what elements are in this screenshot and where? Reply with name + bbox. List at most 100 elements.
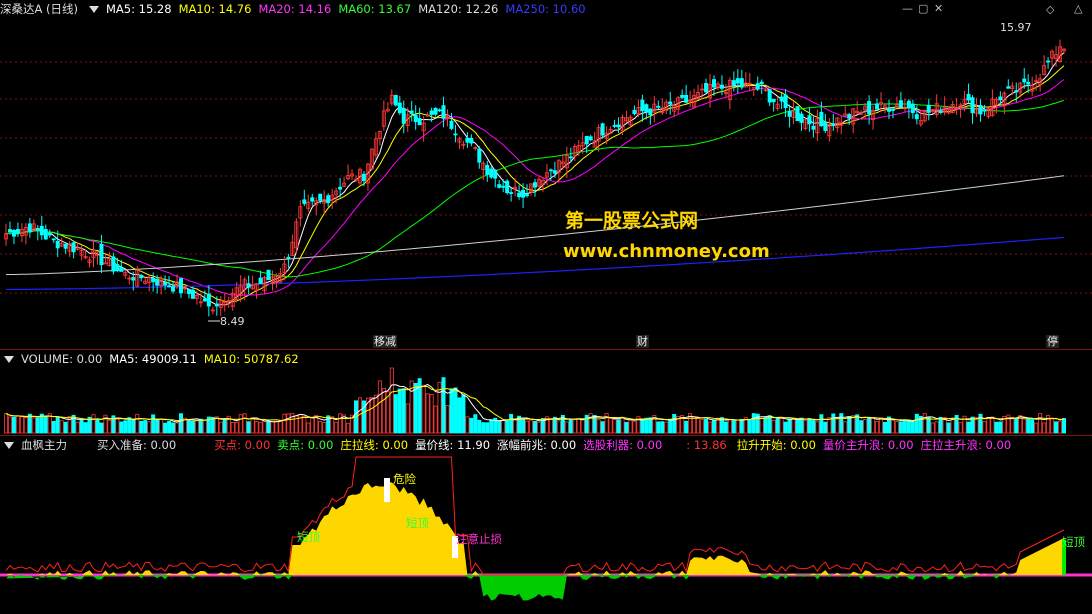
volume-bar — [159, 419, 164, 434]
volume-pane[interactable]: VOLUME: 0.00 MA5: 49009.11 MA10: 50787.62 — [0, 349, 1092, 435]
candle-body — [739, 78, 744, 88]
volume-bar — [262, 420, 267, 434]
volume-bar — [381, 388, 386, 434]
candle-body — [584, 135, 589, 145]
volume-bar — [803, 420, 808, 434]
indicator-annotation: 短顶 — [1062, 535, 1085, 549]
volume-bar — [274, 420, 279, 434]
close-icon[interactable]: ✕ — [934, 2, 943, 15]
candle-body — [552, 170, 557, 174]
volume-bar — [282, 413, 287, 434]
candle-body — [1022, 78, 1027, 83]
volume-bar — [401, 388, 406, 434]
candle-body — [465, 137, 470, 143]
volume-bar — [883, 421, 888, 434]
volume-bar — [982, 421, 987, 434]
candle-body — [970, 97, 975, 114]
indicator-annotation: 短顶 — [406, 516, 429, 530]
volume-bar — [723, 421, 728, 434]
volume-bar — [302, 416, 307, 434]
indicator-red-line — [5, 456, 1065, 576]
diamond-icon[interactable]: ◇ — [1046, 3, 1054, 16]
indicator-chart[interactable]: 短顶危险短顶注意止损 短顶 — [0, 436, 1092, 614]
candle-body — [501, 185, 506, 188]
watermark-url: www.chnmoney.com — [563, 241, 770, 262]
candle-body — [735, 78, 740, 84]
candle-body — [401, 108, 406, 124]
volume-bar — [445, 405, 450, 434]
candle-body — [186, 289, 191, 294]
volume-bar — [859, 420, 864, 434]
candle-body — [433, 107, 438, 115]
indicator-area-positive — [6, 482, 1064, 575]
volume-chart[interactable] — [0, 350, 1092, 435]
indicator-area-negative — [6, 575, 1064, 601]
minimize-icon[interactable]: — — [902, 2, 913, 15]
volume-bar — [298, 413, 303, 434]
volume-bar — [51, 421, 56, 434]
candle-body — [966, 93, 971, 101]
volume-bar — [433, 405, 438, 434]
volume-bar — [600, 421, 605, 434]
event-marker-1[interactable]: 移减 — [373, 335, 397, 348]
candle-body — [338, 186, 343, 190]
volume-bar — [481, 422, 486, 434]
candle-body — [449, 120, 454, 129]
volume-bar — [405, 403, 410, 434]
candle-body — [910, 103, 915, 114]
volume-bar — [254, 421, 259, 434]
volume-bar — [815, 421, 820, 434]
volume-bar — [139, 420, 144, 434]
volume-bar — [202, 419, 207, 434]
volume-bar — [15, 415, 20, 434]
indicator-annotation: 短顶 — [297, 530, 320, 544]
volume-bar — [1042, 422, 1047, 434]
candle-body — [155, 278, 160, 286]
candle-body — [711, 79, 716, 88]
volume-bar — [230, 422, 235, 434]
triangle-icon[interactable]: △ — [1074, 2, 1082, 15]
candle-body — [799, 113, 804, 123]
indicator-annotation: 危险 — [393, 472, 416, 486]
volume-bar — [194, 420, 199, 434]
event-marker-3[interactable]: 停 — [1046, 335, 1059, 348]
volume-bar — [783, 421, 788, 434]
volume-bar — [214, 416, 219, 434]
candle-body — [719, 84, 724, 89]
volume-bar — [393, 394, 398, 434]
volume-bar — [632, 421, 637, 434]
candle-body — [668, 101, 673, 105]
volume-bar — [648, 417, 653, 434]
volume-bar — [135, 413, 140, 434]
volume-bar — [465, 416, 470, 434]
maximize-icon[interactable]: ▢ — [918, 2, 928, 15]
candle-body — [787, 110, 792, 117]
indicator-pane[interactable]: 血枫主力 买入准备: 0.00 买点: 0.00 卖点: 0.00 庄拉线: 0.00 量… — [0, 435, 1092, 614]
volume-bar — [306, 422, 311, 434]
volume-bar — [819, 414, 824, 434]
candle-body — [875, 103, 880, 110]
volume-bar — [994, 421, 999, 434]
volume-bar — [843, 421, 848, 434]
candle-body — [497, 184, 502, 188]
volume-bar — [234, 422, 239, 434]
volume-bar — [131, 419, 136, 434]
candle-body — [771, 98, 776, 103]
price-pane[interactable]: 深桑达A (日线) MA5: 15.28 MA10: 14.76 MA20: 14.1… — [0, 0, 1092, 348]
volume-bar — [31, 417, 36, 434]
candlestick-chart[interactable]: 15.97 8.49 — [0, 0, 1092, 348]
candle-body — [115, 264, 120, 272]
candle-body — [139, 275, 144, 279]
volume-bar — [186, 419, 191, 434]
volume-bar — [556, 420, 561, 434]
volume-bar — [644, 417, 649, 434]
volume-bar — [246, 421, 251, 434]
volume-bar — [1010, 417, 1015, 434]
event-marker-2[interactable]: 财 — [636, 335, 649, 348]
candle-body — [258, 277, 263, 284]
volume-bar — [922, 413, 927, 434]
volume-bar — [369, 397, 374, 434]
candle-body — [409, 110, 414, 114]
candle-body — [1014, 90, 1019, 93]
volume-bar — [338, 413, 343, 434]
